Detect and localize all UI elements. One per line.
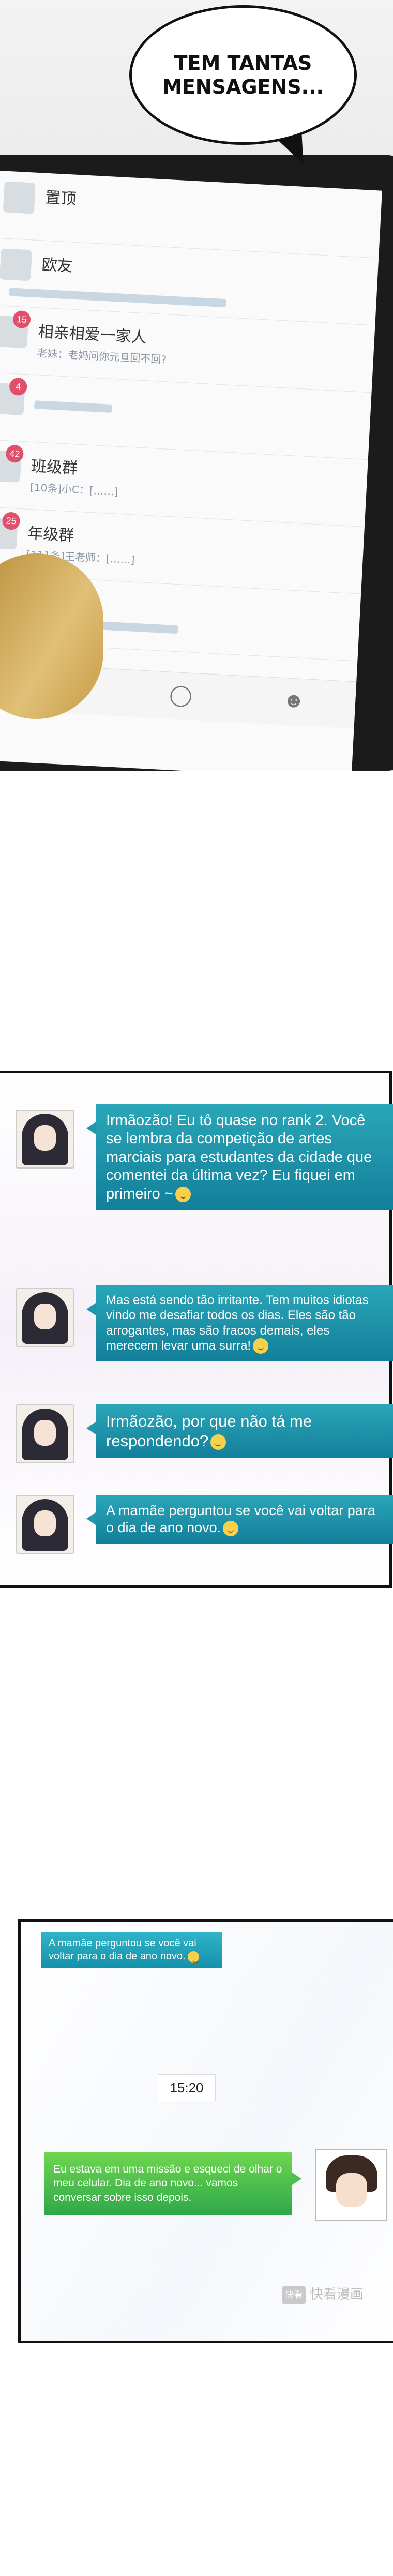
speech-bubble: TEM TANTAS MENSAGENS... <box>129 5 357 145</box>
chat-preview: [10条]小C：[……] <box>29 481 119 498</box>
watermark-text: 快看漫画 <box>310 2287 364 2302</box>
unread-badge: 25 <box>2 512 21 530</box>
blurred-preview <box>9 288 226 308</box>
unread-badge: 15 <box>12 310 31 329</box>
phone-panel: 置顶 欧友 15 相亲相爱一家人 老妹：老妈问你元旦回不回? 4 42 班级群 … <box>0 0 393 771</box>
chat-message: Irmãozão! Eu tô quase no rank 2. Você se… <box>86 1104 393 1210</box>
avatar <box>0 248 33 281</box>
brother-avatar <box>315 2149 387 2221</box>
blurred-name <box>34 400 112 413</box>
chat-name: 班级群 <box>31 457 78 478</box>
smile-emoji-icon <box>175 1186 191 1202</box>
message-text: Mas está sendo tão irritante. Tem muitos… <box>106 1293 369 1353</box>
chat-message: A mamãe perguntou se você vai voltar par… <box>86 1495 393 1544</box>
chat-message: Mas está sendo tão irritante. Tem muitos… <box>86 1285 393 1361</box>
watermark: 快看 快看漫画 <box>282 2284 364 2304</box>
smile-emoji-icon <box>253 1338 269 1354</box>
timestamp: 15:20 <box>158 2074 216 2101</box>
reply-panel: A mamãe perguntou se você vai voltar par… <box>18 1919 393 2343</box>
reply-message: Eu estava em uma missão e esqueci de olh… <box>44 2152 301 2215</box>
sister-avatar <box>16 1110 74 1169</box>
chat-name: 相亲相爱一家人 <box>37 323 147 347</box>
thumb-illustration <box>0 553 103 719</box>
quoted-message: A mamãe perguntou se você vai voltar par… <box>41 1932 222 1968</box>
unread-badge: 4 <box>9 377 28 396</box>
unread-badge: 42 <box>5 444 24 463</box>
message-text: Irmãozão, por que não tá me respondendo? <box>106 1412 312 1450</box>
worried-emoji-icon <box>210 1434 226 1450</box>
chat-preview: 老妹：老妈问你元旦回不回? <box>37 347 167 366</box>
sister-avatar <box>16 1404 74 1463</box>
avatar <box>3 181 36 214</box>
sad-emoji-icon <box>187 1951 199 1963</box>
chat-message: Irmãozão, por que não tá me respondendo? <box>86 1404 393 1458</box>
speech-text: TEM TANTAS MENSAGENS... <box>162 52 324 98</box>
sad-emoji-icon <box>223 1520 239 1536</box>
chat-name: 置顶 <box>44 188 77 208</box>
chat-name: 欧友 <box>41 256 73 276</box>
quoted-text: A mamãe perguntou se você vai voltar par… <box>49 1938 196 1962</box>
compass-icon[interactable]: ◯ <box>169 683 193 708</box>
message-text: A mamãe perguntou se você vai voltar par… <box>106 1503 375 1535</box>
sister-avatar <box>16 1495 74 1554</box>
sister-avatar <box>16 1288 74 1347</box>
chat-panel: Irmãozão! Eu tô quase no rank 2. Você se… <box>0 1071 393 1588</box>
watermark-logo: 快看 <box>282 2285 306 2304</box>
chat-name: 年级群 <box>27 524 75 545</box>
profile-icon[interactable]: ☻ <box>282 688 305 713</box>
message-text: Irmãozão! Eu tô quase no rank 2. Você se… <box>106 1112 372 1202</box>
